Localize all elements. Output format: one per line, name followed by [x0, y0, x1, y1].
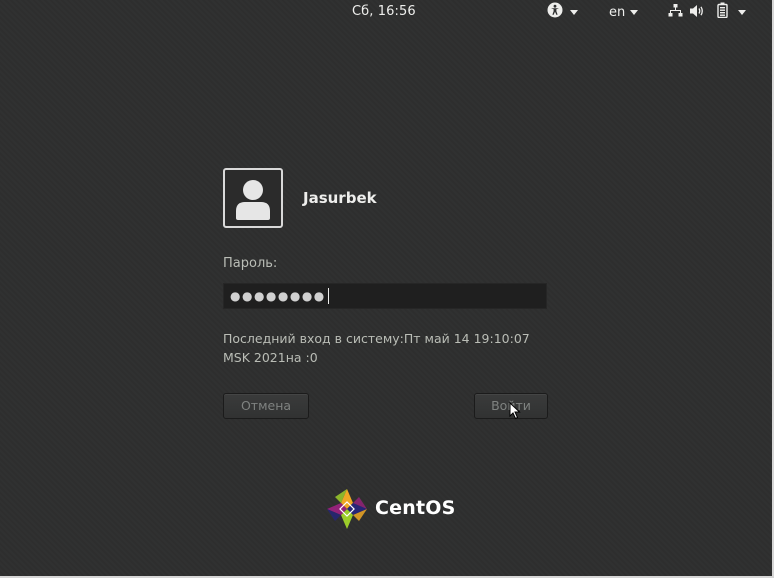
password-input[interactable]: ●●●●●●●●: [223, 283, 547, 309]
chevron-down-icon: [570, 9, 578, 15]
accessibility-menu[interactable]: [547, 0, 578, 24]
user-avatar: [223, 168, 283, 228]
centos-logo-icon: [326, 488, 368, 534]
accessibility-icon: [547, 2, 563, 22]
battery-icon: [717, 2, 728, 22]
last-login-line-1: Последний вход в систему:Пт май 14 19:10…: [223, 331, 530, 346]
system-menu[interactable]: [668, 0, 746, 24]
clock[interactable]: Сб, 16:56: [352, 4, 416, 19]
login-screen: Сб, 16:56 en Jasurbek Пароль: ●●●●●●●● П…: [0, 0, 774, 578]
last-login-message: Последний вход в систему:Пт май 14 19:10…: [223, 329, 543, 367]
password-label: Пароль:: [223, 256, 278, 271]
language-indicator: en: [609, 4, 626, 20]
chevron-down-icon: [630, 9, 639, 15]
volume-icon: [689, 3, 704, 22]
cancel-button[interactable]: Отмена: [223, 393, 309, 419]
chevron-down-icon: [738, 9, 746, 15]
network-wired-icon: [668, 3, 683, 22]
username-label: Jasurbek: [303, 189, 377, 207]
last-login-line-2: MSK 2021на :0: [223, 350, 318, 365]
text-cursor: [327, 288, 329, 304]
password-value: ●●●●●●●●: [230, 289, 326, 303]
mouse-pointer-icon: [509, 401, 521, 424]
language-menu[interactable]: en: [609, 0, 639, 24]
top-bar: Сб, 16:56 en: [0, 0, 772, 24]
centos-logo-text: CentOS: [375, 497, 456, 519]
